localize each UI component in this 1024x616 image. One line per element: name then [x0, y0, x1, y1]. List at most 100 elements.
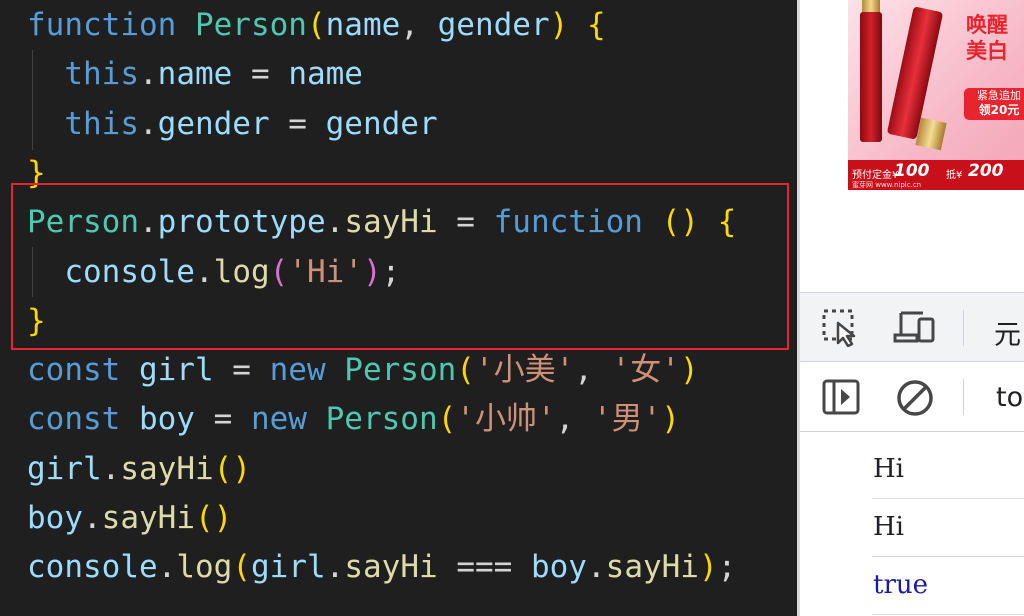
- ad-title: 唤醒 美白: [966, 12, 1024, 64]
- code-token: girl: [27, 450, 102, 487]
- ad-title-line2: 美白: [966, 39, 1008, 63]
- sidebar-toggle-icon[interactable]: [822, 379, 860, 415]
- clear-console-icon[interactable]: [896, 379, 934, 417]
- code-token: const: [27, 352, 139, 389]
- console-message: Hi: [872, 440, 1024, 499]
- ad-banner[interactable]: 唤醒 美白 紧急追加 领20元 预付定金¥ 100 抵¥ 200 蜜芽网 www…: [848, 0, 1024, 190]
- ad-price-band: 预付定金¥ 100 抵¥ 200 蜜芽网 www.nipic.cn: [848, 160, 1024, 190]
- code-token: function: [27, 7, 195, 43]
- devtools-panel: 元 to Hi Hi true: [800, 292, 1024, 616]
- code-line: boy.sayHi(): [27, 498, 232, 538]
- ad-badge-line1: 紧急追加: [977, 89, 1021, 102]
- code-token: ,: [555, 401, 593, 438]
- code-token: name: [325, 7, 401, 43]
- console-toolbar: to: [800, 362, 1024, 432]
- deduct-label: 抵¥: [946, 170, 963, 181]
- ad-badge-line2: 领20元: [978, 103, 1020, 117]
- code-line: const boy = new Person('小帅', '男'): [27, 399, 680, 439]
- code-token: .: [325, 549, 345, 586]
- code-token: sayHi: [344, 549, 438, 586]
- code-token: .: [138, 105, 158, 142]
- toolbar-separator: [963, 379, 964, 415]
- code-token: name: [288, 56, 363, 93]
- code-token: ): [661, 401, 680, 438]
- code-token: .: [586, 549, 606, 586]
- console-message: true: [872, 556, 1024, 615]
- inspect-element-icon[interactable]: [822, 309, 862, 347]
- code-token: gender: [325, 105, 438, 142]
- code-token: '小帅': [456, 401, 556, 438]
- code-token: sayHi: [120, 450, 214, 487]
- code-token: (): [195, 500, 233, 536]
- deposit-label: 预付定金¥: [852, 170, 899, 181]
- code-line: const girl = new Person('小美', '女'): [27, 350, 699, 390]
- device-toolbar-icon[interactable]: [893, 309, 937, 345]
- code-token: '小美': [474, 352, 575, 389]
- code-token: ): [679, 352, 699, 389]
- code-token: console: [27, 549, 158, 586]
- code-token: log: [176, 549, 233, 586]
- code-line: console.log(girl.sayHi === boy.sayHi);: [27, 547, 736, 587]
- code-token: ): [549, 7, 569, 43]
- code-token: (: [437, 401, 457, 438]
- code-token: girl: [251, 549, 326, 586]
- code-token: '女': [611, 352, 680, 389]
- tab-elements[interactable]: 元: [994, 313, 1021, 352]
- deposit-value: 100: [894, 161, 930, 181]
- code-token: ;: [717, 549, 737, 586]
- code-token: new: [250, 401, 326, 438]
- code-token: new: [269, 352, 345, 389]
- ad-badge: 紧急追加 领20元: [964, 88, 1024, 120]
- browser-pane: 唤醒 美白 紧急追加 领20元 预付定金¥ 100 抵¥ 200 蜜芽网 www…: [800, 0, 1024, 616]
- code-token: const: [27, 401, 139, 438]
- code-token: girl: [138, 352, 214, 389]
- bottle-image: [860, 12, 882, 142]
- code-token: '男': [592, 401, 662, 438]
- code-token: name: [157, 56, 233, 93]
- code-token: .: [157, 549, 177, 586]
- code-token: .: [101, 450, 121, 487]
- code-token: Person: [344, 352, 457, 389]
- code-token: boy: [27, 500, 83, 536]
- code-token: =: [232, 56, 289, 93]
- code-token: =: [194, 401, 251, 438]
- toolbar-separator: [963, 310, 964, 346]
- code-token: (: [232, 549, 251, 586]
- code-token: (): [213, 450, 251, 487]
- devtools-main-toolbar: 元: [800, 292, 1024, 362]
- code-token: ,: [574, 352, 612, 389]
- code-token: sayHi: [101, 500, 195, 536]
- code-line: girl.sayHi(): [27, 449, 251, 489]
- highlight-box: [11, 183, 789, 350]
- code-token: {: [586, 7, 606, 43]
- code-editor[interactable]: function Person(name, gender) { this.nam…: [0, 0, 797, 616]
- code-token: boy: [530, 549, 587, 586]
- code-token: =: [213, 352, 270, 389]
- code-token: .: [83, 500, 102, 536]
- deduct-value: 200: [968, 161, 1004, 181]
- code-line: function Person(name, gender) {: [27, 5, 606, 45]
- code-token: gender: [157, 105, 270, 142]
- code-token: ): [698, 549, 718, 586]
- code-line: this.gender = gender: [27, 104, 438, 144]
- tube-cap: [915, 117, 947, 151]
- code-token: (: [456, 352, 475, 389]
- ad-title-line1: 唤醒: [966, 13, 1008, 37]
- console-message: Hi: [872, 498, 1024, 557]
- code-token: .: [138, 56, 158, 93]
- code-token: ===: [437, 549, 531, 586]
- code-token: Person: [325, 401, 438, 438]
- code-token: ,: [400, 7, 438, 43]
- code-token: gender: [437, 7, 550, 43]
- code-token: this: [64, 56, 139, 93]
- code-line: this.name = name: [27, 54, 363, 94]
- code-token: this: [64, 105, 139, 142]
- context-selector[interactable]: to: [996, 382, 1023, 413]
- code-token: (: [306, 7, 326, 43]
- code-token: sayHi: [605, 549, 699, 586]
- code-token: Person: [194, 7, 307, 43]
- code-token: boy: [138, 401, 195, 438]
